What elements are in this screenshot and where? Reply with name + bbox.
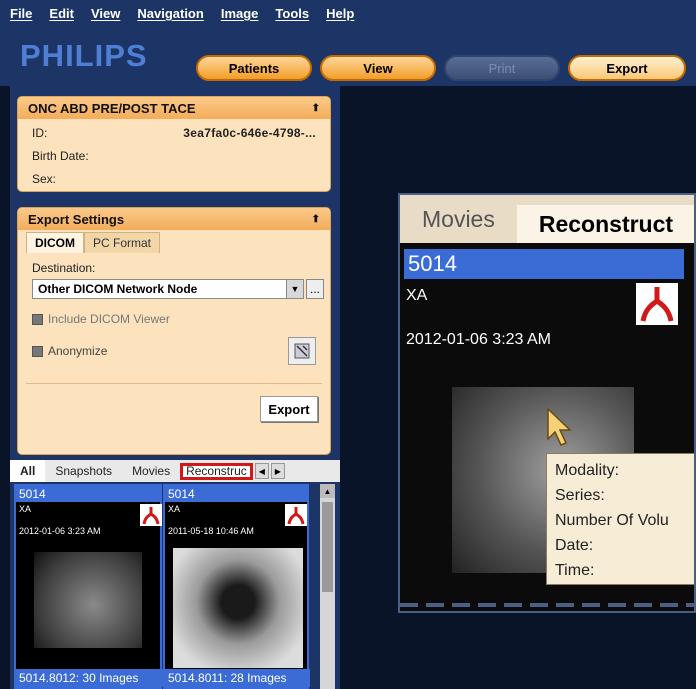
thumbnail-series-2[interactable]: 5014 XA 2011-05-18 10:46 AM 5014.8011: 2…	[163, 484, 310, 689]
zoom-divider	[400, 603, 694, 607]
browse-tabs: All Snapshots Movies Reconstruc ◀ ▶	[10, 460, 340, 482]
vessel-icon	[285, 504, 307, 526]
menu-file[interactable]: File	[10, 6, 32, 26]
include-viewer-checkbox[interactable]: Include DICOM Viewer	[18, 311, 330, 327]
tab-snapshots[interactable]: Snapshots	[45, 460, 122, 482]
menu-navigation[interactable]: Navigation	[137, 6, 203, 26]
tab-dicom[interactable]: DICOM	[26, 232, 84, 253]
patient-title: ONC ABD PRE/POST TACE	[28, 100, 196, 116]
menu-help[interactable]: Help	[326, 6, 354, 26]
anonymize-settings-button[interactable]	[288, 337, 316, 365]
thumbnail-series-1[interactable]: 5014 XA 2012-01-06 3:23 AM 5014.8012: 30…	[14, 484, 163, 689]
thumbnail-footer: 5014.8012: 30 Images	[16, 669, 163, 687]
tab-all[interactable]: All	[10, 460, 46, 482]
checkbox-icon[interactable]	[32, 345, 43, 357]
menu-bar: File Edit View Navigation Image Tools He…	[10, 6, 371, 26]
thumbnail-id: 5014	[165, 486, 307, 502]
patient-birth-row: Birth Date:	[18, 144, 330, 167]
tooltip-time: Time:	[555, 562, 595, 579]
tooltip-date: Date:	[555, 537, 594, 554]
print-button[interactable]: Print	[444, 55, 560, 81]
zoom-tab-reconstruct[interactable]: Reconstruct	[516, 205, 694, 243]
vessel-icon	[636, 283, 678, 325]
patient-id-value: 3ea7fa0c-646e-4798-...	[183, 125, 316, 140]
zoom-inset: Movies Reconstruct 5014 XA 2012-01-06 3:…	[398, 193, 696, 613]
pointer-cursor-icon	[547, 407, 572, 446]
scroll-right-icon[interactable]: ▶	[270, 463, 285, 479]
tooltip-modality: Modality:	[555, 462, 620, 479]
destination-select[interactable]: Other DICOM Network Node ▼	[32, 279, 304, 299]
scan-image	[173, 548, 303, 668]
menu-edit[interactable]: Edit	[49, 6, 74, 26]
menu-image[interactable]: Image	[221, 6, 259, 26]
export-settings-panel: Export Settings ⬆ DICOM PC Format Destin…	[17, 207, 331, 455]
tooltip-volumes: Number Of Volu	[555, 512, 669, 529]
anonymize-checkbox[interactable]: Anonymize	[32, 344, 107, 358]
thumbnail-id: 5014	[16, 486, 160, 502]
series-tooltip: Modality: Series: Number Of Volu Date: T…	[546, 453, 694, 585]
zoom-modality: XA	[406, 287, 428, 304]
tab-movies[interactable]: Movies	[122, 460, 180, 482]
export-settings-header[interactable]: Export Settings ⬆	[18, 208, 330, 230]
thumbnail-datetime: 2011-05-18 10:46 AM	[168, 526, 254, 536]
philips-logo: PHILIPS	[20, 38, 148, 73]
scrollbar-thumb[interactable]	[322, 502, 333, 592]
export-button[interactable]: Export	[568, 55, 686, 81]
birth-date-label: Birth Date:	[32, 148, 89, 163]
export-format-tabs: DICOM PC Format	[26, 232, 330, 253]
destination-value: Other DICOM Network Node	[38, 282, 198, 296]
zoom-datetime: 2012-01-06 3:23 AM	[406, 331, 551, 348]
anonymize-settings-icon	[294, 343, 310, 359]
collapse-icon[interactable]: ⬆	[312, 214, 320, 225]
thumbnail-datetime: 2012-01-06 3:23 AM	[19, 526, 101, 536]
patients-button[interactable]: Patients	[196, 55, 312, 81]
thumbnail-modality: XA	[19, 504, 32, 514]
export-settings-title: Export Settings	[28, 211, 125, 227]
collapse-icon[interactable]: ⬆	[312, 103, 320, 114]
anonymize-label: Anonymize	[48, 344, 108, 358]
patient-panel: ONC ABD PRE/POST TACE ⬆ ID: 3ea7fa0c-646…	[17, 96, 331, 192]
menu-view[interactable]: View	[91, 6, 120, 26]
view-button[interactable]: View	[320, 55, 436, 81]
export-action-button[interactable]: Export	[260, 396, 318, 422]
thumbnail-scrollbar[interactable]: ▲	[320, 484, 335, 689]
patient-sex-row: Sex:	[18, 167, 330, 190]
tooltip-series: Series:	[555, 487, 605, 504]
vessel-icon	[140, 504, 162, 526]
patient-panel-header[interactable]: ONC ABD PRE/POST TACE ⬆	[18, 97, 330, 119]
sex-label: Sex:	[32, 171, 57, 186]
include-viewer-label: Include DICOM Viewer	[48, 312, 170, 326]
tab-pc-format[interactable]: PC Format	[84, 232, 161, 253]
top-bar: File Edit View Navigation Image Tools He…	[0, 0, 696, 86]
scroll-up-icon[interactable]: ▲	[320, 484, 335, 498]
patient-id-row: ID: 3ea7fa0c-646e-4798-...	[18, 121, 330, 144]
destination-label: Destination:	[32, 261, 96, 275]
browse-destination-button[interactable]: ...	[306, 279, 324, 299]
tab-reconstruction[interactable]: Reconstruc	[180, 462, 253, 480]
zoom-thumbnail-id: 5014	[404, 249, 684, 279]
scan-image	[34, 552, 142, 648]
checkbox-icon[interactable]	[32, 313, 43, 325]
patient-id-label: ID:	[32, 125, 48, 140]
menu-tools[interactable]: Tools	[275, 6, 309, 26]
scroll-left-icon[interactable]: ◀	[254, 463, 269, 479]
chevron-down-icon[interactable]: ▼	[286, 280, 303, 298]
thumbnail-footer: 5014.8011: 28 Images	[165, 669, 310, 687]
zoom-tab-movies[interactable]: Movies	[400, 206, 517, 243]
zoom-tabs: Movies Reconstruct	[400, 195, 694, 243]
